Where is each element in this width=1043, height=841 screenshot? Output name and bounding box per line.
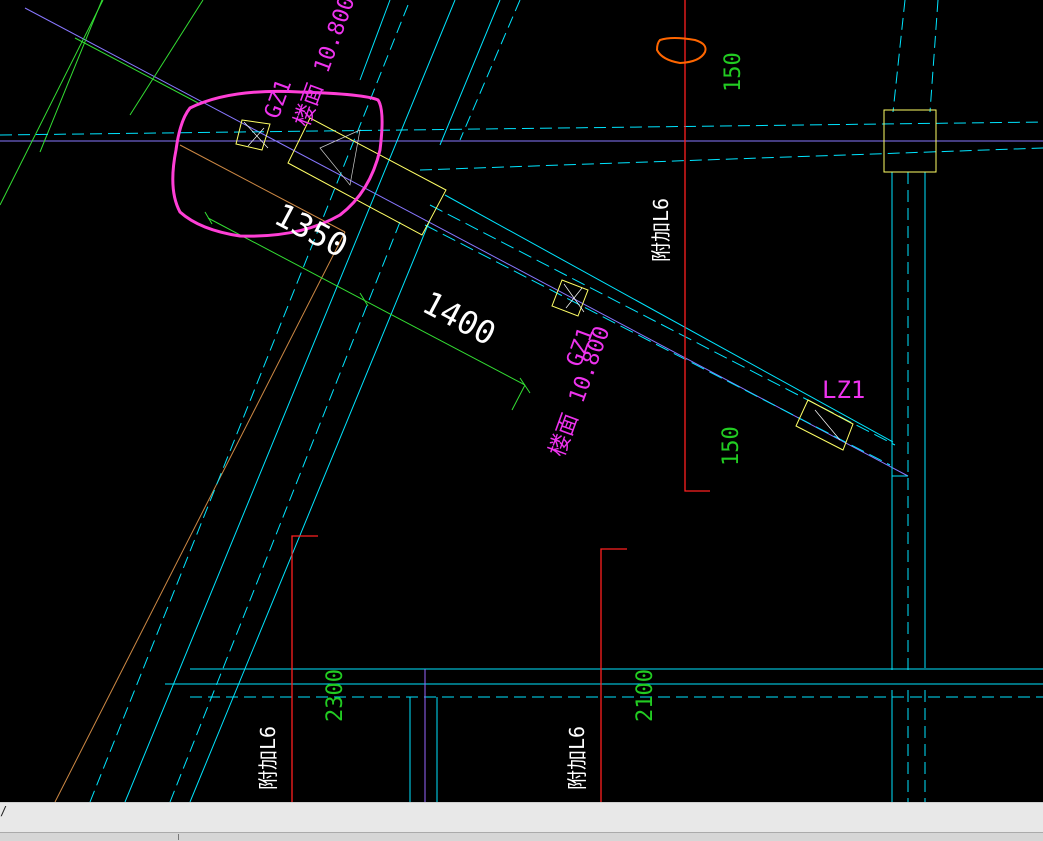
status-divider [178, 834, 179, 840]
dimension-2100: 2100 [633, 669, 658, 722]
floor-elevation-top: 楼面 10.800 [290, 0, 360, 130]
column-tag-lz1: LZ1 [822, 376, 865, 404]
dimension-150-top: 150 [721, 52, 746, 92]
cad-drawing-canvas[interactable]: 150 150 2300 2100 1350 1400 GZ1 楼面 10.80… [0, 0, 1043, 802]
construction-lines [0, 0, 1043, 802]
orange-mark [655, 37, 707, 65]
note-fujia-l6-mid: 附加L6 [565, 726, 589, 790]
command-prompt: / [0, 804, 8, 818]
dimension-1350: 1350 [268, 196, 354, 266]
note-fujia-l6-right: 附加L6 [649, 198, 673, 262]
dimension-1400: 1400 [416, 284, 502, 354]
note-fujia-l6-left: 附加L6 [256, 726, 280, 790]
dimension-2300: 2300 [323, 669, 348, 722]
command-line[interactable]: / [0, 802, 1043, 833]
drawing-labels: 150 150 2300 2100 1350 1400 GZ1 楼面 10.80… [256, 0, 865, 790]
dimension-150-bottom: 150 [719, 426, 744, 466]
wall-lines [0, 0, 1043, 802]
